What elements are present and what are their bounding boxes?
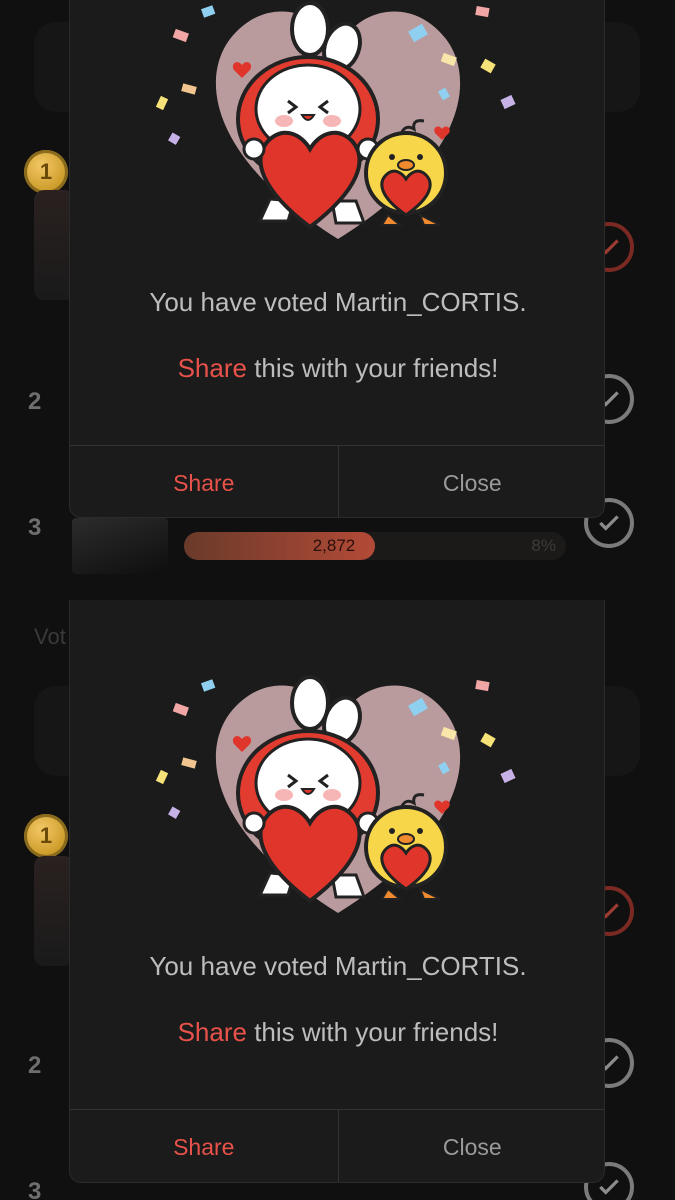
- share-button[interactable]: Share: [70, 1110, 339, 1182]
- candidate-1-thumbnail: [34, 856, 74, 966]
- rank-3-label: 3: [28, 514, 42, 541]
- vote-confirmation-message: You have voted Martin_CORTIS.: [149, 287, 527, 317]
- screen-top: 1 2 3 2,872 8% You have voted Martin_COR…: [0, 0, 675, 600]
- share-link[interactable]: Share: [178, 1017, 247, 1047]
- rank-3-label: 3: [28, 1178, 42, 1200]
- candidate-3-thumbnail: [72, 518, 168, 574]
- vote-progress-bar: 2,872 8%: [184, 532, 566, 560]
- candidate-1-thumbnail: [34, 190, 74, 300]
- celebration-illustration: [155, 1, 516, 240]
- vote-count: 2,872: [312, 536, 356, 555]
- vote-confirmation-message: You have voted Martin_CORTIS.: [149, 951, 527, 981]
- share-link[interactable]: Share: [178, 353, 247, 383]
- rank-2-label: 2: [28, 1052, 42, 1079]
- dialog-button-row: Share Close: [70, 445, 605, 517]
- rank-2-label: 2: [28, 388, 42, 415]
- celebration-illustration: [155, 675, 516, 913]
- screen-bottom: Vot 1 2 3 You have voted Martin_CORTIS. …: [0, 600, 675, 1200]
- share-button[interactable]: Share: [70, 446, 339, 517]
- share-prompt: Share this with your friends!: [70, 1017, 604, 1048]
- vote-percent: 8%: [531, 536, 556, 555]
- vote-success-dialog: You have voted Martin_CORTIS. Share this…: [69, 0, 605, 518]
- close-button[interactable]: Close: [339, 1110, 605, 1182]
- share-prompt-text: this with your friends!: [246, 1017, 499, 1047]
- share-prompt: Share this with your friends!: [70, 353, 604, 384]
- vote-heading-ghost: Vot: [34, 624, 66, 649]
- share-prompt-text: this with your friends!: [246, 353, 499, 383]
- rank-1-medal: 1: [24, 814, 68, 858]
- rank-1-medal: 1: [24, 150, 68, 194]
- dialog-button-row: Share Close: [70, 1109, 605, 1182]
- vote-success-dialog: You have voted Martin_CORTIS. Share this…: [69, 600, 605, 1183]
- close-button[interactable]: Close: [339, 446, 605, 517]
